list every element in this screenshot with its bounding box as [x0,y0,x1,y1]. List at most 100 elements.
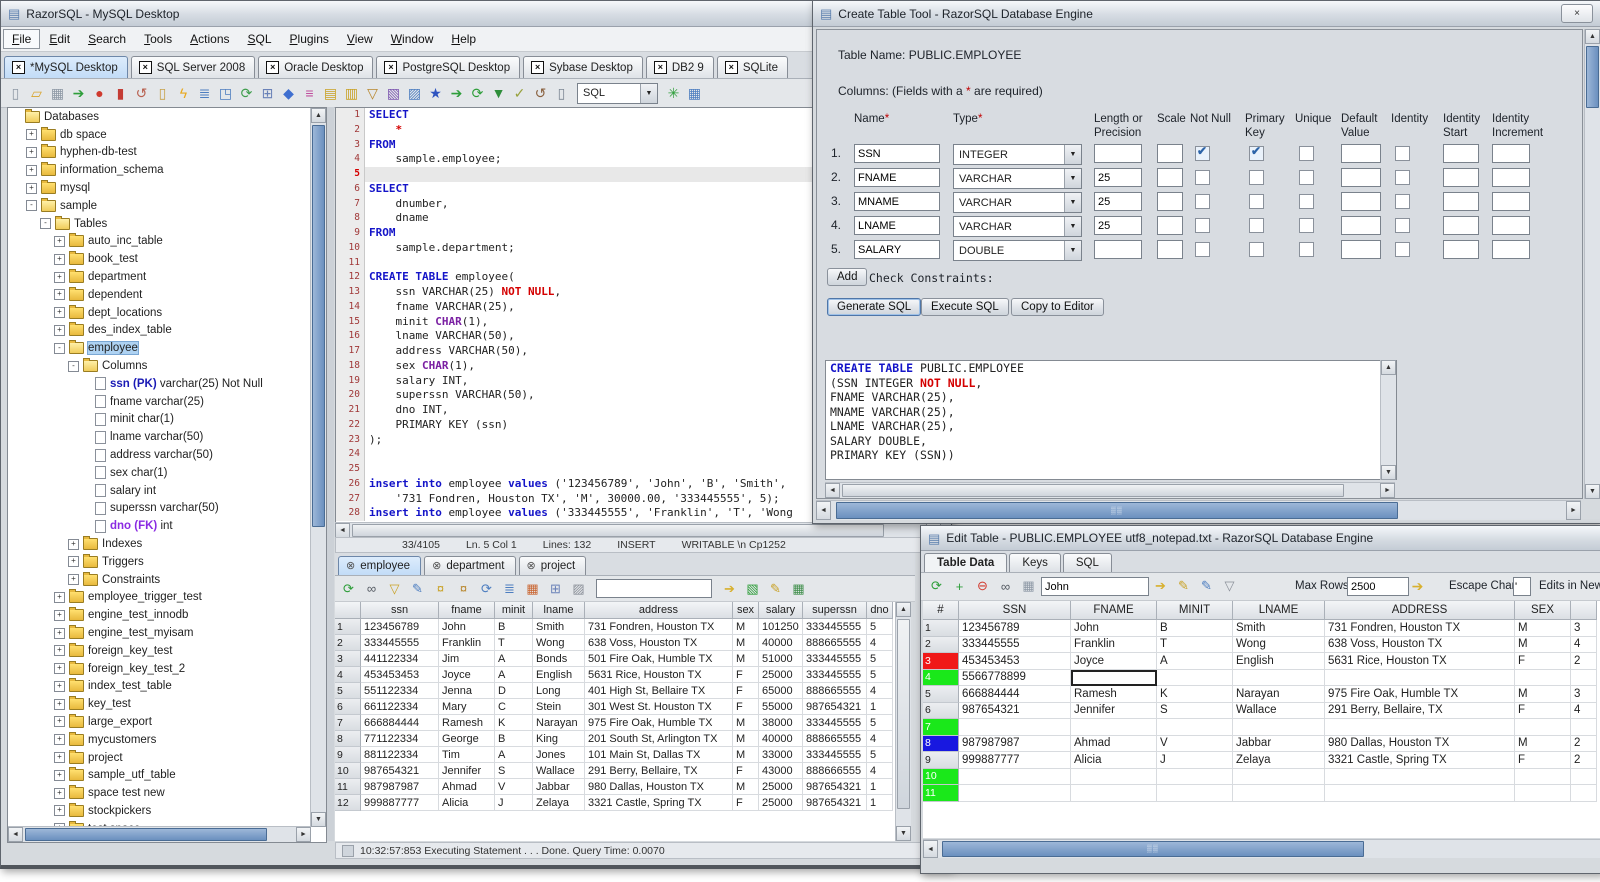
cell-minit[interactable]: T [495,635,533,651]
cell-address[interactable] [1325,669,1515,686]
escape-char-input[interactable] [1513,577,1531,596]
query-builder-icon[interactable]: ▥ [341,83,362,104]
cell-lname[interactable]: King [533,731,585,747]
connect-icon[interactable]: ➔ [68,83,89,104]
column-1-not-null-checkbox[interactable]: ✔ [1195,144,1210,161]
scroll-down-icon[interactable]: ▼ [1381,465,1396,480]
column-header-ssn[interactable]: ssn [361,602,439,619]
tree-item-employee-trigger-test[interactable]: + employee_trigger_test [8,589,311,607]
scroll-up-icon[interactable]: ▲ [1585,29,1600,44]
cell-dno[interactable]: 5 [867,667,893,683]
commit-icon[interactable]: ▮ [110,83,131,104]
expand-icon[interactable]: + [54,752,65,764]
cell-lname[interactable]: Bonds [533,651,585,667]
row-number[interactable]: 1 [923,620,959,637]
cell-superssn[interactable]: 888666555 [803,763,867,779]
column-header-minit[interactable]: MINIT [1157,601,1233,620]
cell-fname[interactable]: Joyce [439,667,495,683]
column-5-not-null-checkbox[interactable] [1195,242,1210,257]
column-1-name-input[interactable] [854,144,940,163]
refresh-table-icon[interactable]: ⟳ [925,576,948,596]
menu-sql[interactable]: SQL [239,29,281,49]
primary-key-icon[interactable]: ¤ [429,579,452,599]
column-4-not-null-checkbox[interactable] [1195,218,1210,233]
close-tab-icon[interactable]: ⊗ [346,561,355,572]
create-window-vscrollbar[interactable]: ▲ ▼ [1584,29,1600,499]
collapse-icon[interactable]: - [54,342,65,354]
scroll-down-icon[interactable]: ▼ [311,812,326,827]
cell-sex[interactable]: F [733,683,759,699]
column-5-primary-key-checkbox[interactable] [1249,242,1264,257]
cell-dno[interactable]: 1 [867,779,893,795]
connection-tab-mysql-desktop[interactable]: × *MySQL Desktop [4,56,128,78]
cell-superssn[interactable]: 333445555 [803,747,867,763]
cell-sex[interactable]: M [1515,636,1571,653]
cell-lname[interactable] [1233,768,1325,785]
tree-item-engine-test-innodb[interactable]: + engine_test_innodb [8,606,311,624]
cell-superssn[interactable]: 333445555 [803,667,867,683]
tree-item-sex-char-1[interactable]: sex char(1) [8,464,311,482]
cell-lname[interactable]: Long [533,683,585,699]
cell-partial[interactable]: 3 [1571,620,1597,637]
column-1-type-select[interactable]: INTEGER ▼ [953,144,1082,165]
tree-item-tables[interactable]: - Tables [8,215,311,233]
cell-sex[interactable]: M [733,635,759,651]
scroll-up-icon[interactable]: ▲ [1381,360,1396,375]
cell-dno[interactable]: 5 [867,619,893,635]
cell-sex[interactable]: M [733,651,759,667]
cell-fname[interactable]: Alicia [439,795,495,811]
expand-icon[interactable]: + [54,324,65,336]
cell-superssn[interactable]: 333445555 [803,651,867,667]
tree-item-constraints[interactable]: + Constraints [8,571,311,589]
cell-sex[interactable]: F [1515,653,1571,670]
column-4-default-value-input[interactable] [1341,216,1381,235]
column-2-identity-start-input[interactable] [1443,168,1479,187]
cell-address[interactable]: 3321 Castle, Spring TX [1325,752,1515,769]
chevron-down-icon[interactable]: ▼ [1064,169,1081,188]
tree-item-index-test-table[interactable]: + index_test_table [8,678,311,696]
tree-item-foreign-key-test[interactable]: + foreign_key_test [8,642,311,660]
column-header-lname[interactable]: LNAME [1233,601,1325,620]
expand-icon[interactable]: + [68,574,79,586]
disconnect-icon[interactable]: ● [89,83,110,104]
cell-address[interactable]: 101 Main St, Dallas TX [585,747,733,763]
close-tab-icon[interactable]: × [384,61,398,74]
cell-fname[interactable]: Ahmad [1071,735,1157,752]
cell-sex[interactable]: M [1515,735,1571,752]
tree-item-superssn-varchar-50[interactable]: superssn varchar(50) [8,500,311,518]
cell-sex[interactable]: M [1515,620,1571,637]
cell-sex[interactable]: M [733,779,759,795]
auto-commit-icon[interactable]: ▯ [152,83,173,104]
row-number[interactable]: 6 [923,702,959,719]
cell-dno[interactable]: 5 [867,747,893,763]
column-header-partial[interactable] [1571,601,1597,620]
expand-icon[interactable]: + [54,627,65,639]
generated-sql-preview[interactable]: CREATE TABLE PUBLIC.EMPLOYEE (SSN INTEGER… [825,360,1397,480]
tree-hscroll-thumb[interactable] [25,828,267,841]
column-header-ssn[interactable]: SSN [959,601,1071,620]
cell-ssn[interactable]: 666884444 [959,686,1071,703]
expand-icon[interactable]: + [54,235,65,247]
menu-file[interactable]: File [3,29,41,49]
row-number[interactable]: 4 [923,669,959,686]
import-icon[interactable]: ▧ [383,83,404,104]
cell-fname[interactable]: Joyce [1071,653,1157,670]
cell-ssn[interactable]: 123456789 [959,620,1071,637]
cell-ssn[interactable]: 333445555 [959,636,1071,653]
cell-minit[interactable]: A [495,747,533,763]
chevron-down-icon[interactable]: ▼ [1064,241,1081,260]
cell-lname[interactable]: English [1233,653,1325,670]
cell-dno[interactable]: 5 [867,715,893,731]
row-number[interactable]: 8 [923,735,959,752]
cell-minit[interactable]: A [495,651,533,667]
cell-ssn[interactable]: 453453453 [361,667,439,683]
cell-address[interactable]: 731 Fondren, Houston TX [585,619,733,635]
foreign-key-icon[interactable]: ¤ [452,579,475,599]
tree-item-department[interactable]: + department [8,268,311,286]
cell-ssn[interactable]: 661122334 [361,699,439,715]
cell-ssn[interactable]: 123456789 [361,619,439,635]
results-search-input[interactable] [596,579,712,598]
cell-sex[interactable]: F [733,699,759,715]
cell-minit[interactable]: J [1157,752,1233,769]
cell-lname[interactable] [1233,669,1325,686]
